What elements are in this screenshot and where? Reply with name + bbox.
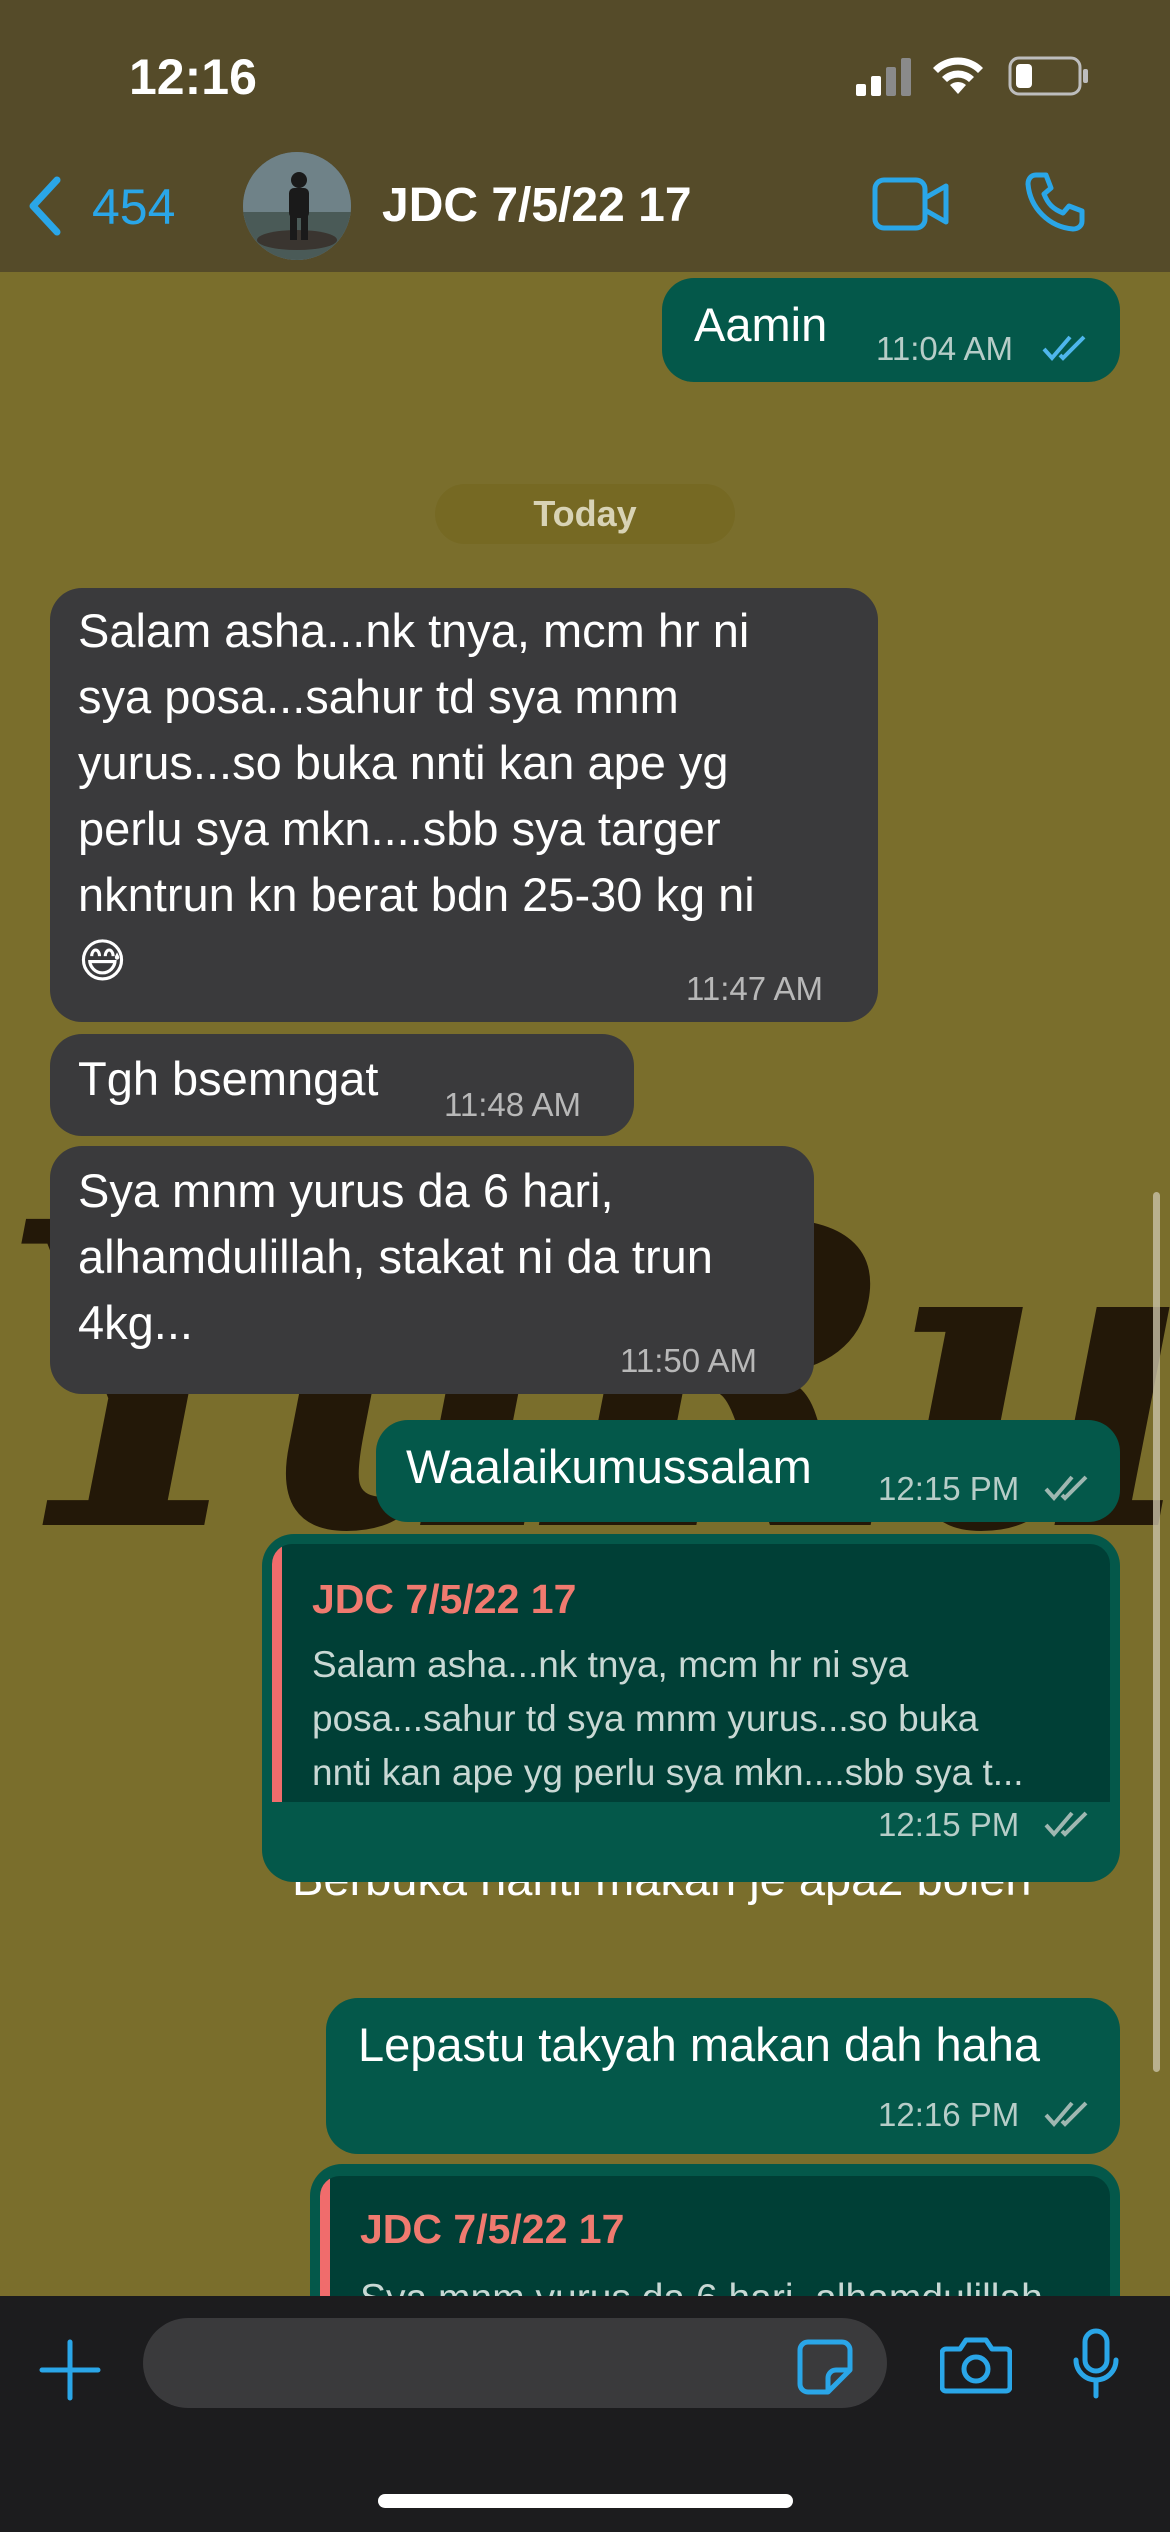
phone-call-icon[interactable]: [1022, 171, 1086, 233]
chat-area[interactable]: YuRuS Aamin 11:04 AM Today Salam asha...…: [0, 272, 1170, 2296]
contact-name[interactable]: JDC 7/5/22 17: [382, 178, 692, 233]
back-unread-count[interactable]: 454: [92, 178, 175, 236]
avatar-image: [243, 152, 351, 260]
message-bubble-outgoing[interactable]: Aamin 11:04 AM: [662, 278, 1120, 382]
message-input[interactable]: [143, 2318, 887, 2408]
quoted-message[interactable]: JDC 7/5/22 17 Salam asha...nk tnya, mcm …: [272, 1544, 1110, 1830]
message-text: Tgh bsemngat: [78, 1052, 379, 1105]
cellular-signal-icon: [856, 58, 911, 96]
message-time: 12:16 PM: [878, 2096, 1020, 2133]
message-text: Salam asha...nk tnya, mcm hr ni sya posa…: [78, 604, 755, 987]
battery-icon: [1008, 56, 1088, 96]
quote-text: Salam asha...nk tnya, mcm hr ni sya posa…: [312, 1644, 1024, 1793]
message-time: 11:50 AM: [620, 1342, 757, 1379]
message-bubble-outgoing[interactable]: Waalaikumussalam 12:15 PM: [376, 1420, 1120, 1522]
plus-icon[interactable]: [38, 2338, 102, 2402]
microphone-icon[interactable]: [1072, 2328, 1120, 2400]
message-time: 11:48 AM: [444, 1086, 581, 1123]
message-time: 11:47 AM: [686, 970, 823, 1007]
avatar[interactable]: [243, 152, 351, 260]
message-time: 12:15 PM: [878, 1806, 1020, 1843]
date-separator: Today: [435, 484, 735, 544]
status-time: 12:16: [129, 49, 257, 105]
message-text: Aamin: [694, 298, 828, 351]
message-time: 12:15 PM: [878, 1470, 1020, 1507]
message-bubble-outgoing[interactable]: Lepastu takyah makan dah haha 12:16 PM: [326, 1998, 1120, 2154]
message-bubble-incoming[interactable]: Salam asha...nk tnya, mcm hr ni sya posa…: [50, 588, 878, 1022]
quote-author: JDC 7/5/22 17: [312, 1576, 577, 1622]
message-bubble-incoming[interactable]: Tgh bsemngat 11:48 AM: [50, 1034, 634, 1136]
message-text: Lepastu takyah makan dah haha: [358, 2018, 1041, 2071]
video-call-icon[interactable]: [872, 176, 950, 232]
quote-accent-bar: [320, 2176, 330, 2296]
sticker-icon[interactable]: [796, 2338, 854, 2396]
quote-text: Sya mnm yurus da 6 hari, alhamdulillah: [360, 2272, 1090, 2296]
wifi-icon: [933, 57, 983, 94]
message-bubble-outgoing-reply-footer: 12:15 PM: [262, 1802, 1120, 1882]
home-indicator[interactable]: [378, 2494, 793, 2508]
message-text: Waalaikumussalam: [406, 1440, 812, 1493]
quote-author: JDC 7/5/22 17: [360, 2206, 625, 2252]
quote-accent-bar: [272, 1544, 282, 1830]
chevron-left-icon[interactable]: [25, 176, 65, 236]
message-bubble-outgoing-reply[interactable]: JDC 7/5/22 17 Sya mnm yurus da 6 hari, a…: [310, 2164, 1120, 2296]
message-bubble-incoming[interactable]: Sya mnm yurus da 6 hari, alhamdulillah, …: [50, 1146, 814, 1394]
message-time: 11:04 AM: [876, 330, 1013, 367]
scrollbar[interactable]: [1153, 1192, 1160, 2072]
delivered-receipt-icon: [1044, 2101, 1088, 2128]
quoted-message[interactable]: JDC 7/5/22 17 Sya mnm yurus da 6 hari, a…: [320, 2176, 1110, 2296]
delivered-receipt-icon: [1044, 1811, 1088, 1838]
read-receipt-icon: [1042, 335, 1086, 362]
message-text: Sya mnm yurus da 6 hari, alhamdulillah, …: [78, 1164, 713, 1349]
camera-icon[interactable]: [940, 2335, 1012, 2395]
delivered-receipt-icon: [1044, 1475, 1088, 1502]
